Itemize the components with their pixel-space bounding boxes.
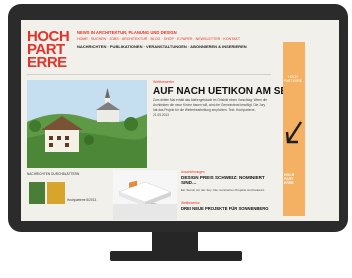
monitor-stand [110,251,242,261]
hero-title[interactable]: AUF NACH UETIKON AM SEE? [153,86,300,97]
section-heading-left: NACHRICHTEN DURCHBLÄTTERN [27,172,80,176]
top-navigation[interactable]: HOME · SUCHEN · JOBS · ARCHITEKTUR · BLO… [77,37,240,41]
article-thumbnail-2[interactable] [113,204,177,220]
monitor-neck [152,232,198,252]
hero-teaser: Zum dritten Mal erhält das Ateliergebäud… [153,98,268,117]
ad-banner-logo: HOCH PART ERRE [284,173,295,185]
main-navigation[interactable]: NACHRICHTEN · PUBLIKATIONEN · VERANSTALT… [77,44,247,49]
magazine-label: Hochparterre 5/2013 [67,198,97,202]
magazine-cover-green[interactable] [29,182,45,204]
site-logo[interactable]: HOCH PART ERRE [27,29,70,71]
header-divider [27,74,271,75]
screen: HOCH PART ERRE NEWS IN ARCHITEKTUR, PLAN… [21,20,339,221]
article-2-title[interactable]: DREI NEUE PROJEKTE FÜR SONNENBERG [181,206,268,211]
logo-line-3: ERRE [27,54,67,71]
article-2-category: Wettbewerbe [181,201,200,205]
arrow-down-left-icon [285,121,303,144]
landscape-illustration [27,80,147,168]
hero-image[interactable] [27,80,147,168]
article-category: Auszeichnungen [181,170,205,174]
article-teaser: Ein Termin vor der Jury: Die nominierten… [181,188,265,192]
magazine-cover-yellow[interactable] [47,182,65,204]
article-title[interactable]: DESIGN PREIS SCHWEIZ: NOMINIERT SIND… [181,175,267,185]
site-tagline: NEWS IN ARCHITEKTUR, PLANUNG UND DESIGN [77,30,177,35]
hero-category: Wettbewerbe [153,80,175,84]
ad-banner-text-top: HOCH PART ERRE [284,75,302,83]
